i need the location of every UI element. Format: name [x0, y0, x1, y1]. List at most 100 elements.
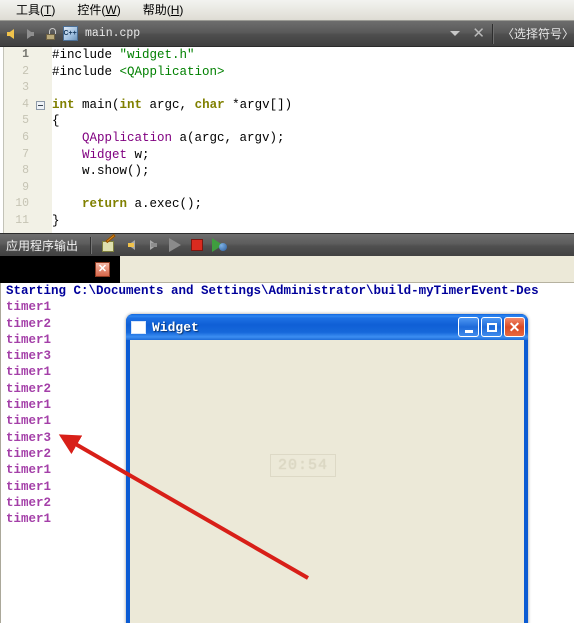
line-number: 2 [22, 64, 29, 78]
menu-item-widgets[interactable]: 控件(W) [77, 2, 130, 18]
code-token: #include [52, 48, 120, 62]
code-token: a(argc, argv); [172, 130, 285, 145]
widget-window-titlebar[interactable]: Widget ✕ [126, 314, 528, 340]
line-number: 4 [22, 97, 29, 111]
code-line: 7 Widget w; [0, 147, 574, 164]
code-token: int [52, 97, 75, 112]
code-text: #include "widget.h" [48, 47, 574, 64]
menu-item-help-mnemonic: H [170, 3, 180, 17]
line-number: 9 [22, 180, 29, 194]
code-line: 8 w.show(); [0, 163, 574, 180]
code-line: 5{ [0, 113, 574, 130]
output-tab[interactable]: ✕ [0, 256, 120, 283]
window-app-icon [131, 320, 146, 334]
chevron-down-icon[interactable] [445, 24, 465, 44]
lcd-number-display: 20:54 [270, 454, 336, 477]
code-token: int [119, 97, 143, 112]
application-output-title: 应用程序输出 [6, 238, 79, 253]
minimize-icon[interactable] [458, 317, 479, 337]
menu-item-help[interactable]: 帮助(H) [143, 2, 194, 18]
line-number: 7 [22, 147, 29, 161]
code-line: 11} [0, 213, 574, 230]
stop-icon[interactable] [186, 235, 208, 255]
qt-creator-window: 工具(T) 控件(W) 帮助(H) C++ main.cpp ✕ 〈选择符号〉 … [0, 0, 574, 623]
widget-window-client: 20:54 [130, 340, 524, 623]
code-token: "widget.h" [119, 48, 195, 62]
line-number: 1 [22, 48, 29, 61]
menu-item-widgets-label: 控件 [77, 3, 102, 17]
widget-window[interactable]: Widget ✕ 20:54 [126, 314, 528, 623]
menu-item-tools-mnemonic: T [44, 3, 52, 17]
unlocked-padlock-icon[interactable] [40, 24, 60, 44]
code-token: #include [52, 64, 120, 79]
line-number: 3 [22, 81, 29, 95]
code-text: QApplication a(argc, argv); [48, 130, 574, 147]
close-icon[interactable]: ✕ [95, 262, 110, 277]
code-text: #include <QApplication> [48, 64, 574, 81]
close-file-button[interactable]: ✕ [465, 26, 492, 41]
output-toolbar-divider [90, 236, 93, 254]
code-token: QApplication [82, 130, 173, 145]
fold-collapse-icon[interactable] [32, 100, 48, 110]
code-line: 3 [0, 80, 574, 97]
code-token: w; [127, 147, 150, 162]
forward-arrow-icon[interactable] [20, 24, 40, 44]
code-text: Widget w; [48, 147, 574, 164]
code-token: w.show(); [52, 164, 150, 179]
run-icon[interactable] [164, 235, 186, 255]
line-number: 11 [15, 213, 29, 227]
code-text: int main(int argc, char *argv[]) [48, 97, 574, 114]
symbol-selector[interactable]: 〈选择符号〉 [494, 25, 574, 42]
line-number: 10 [15, 197, 29, 211]
code-line: 9 [0, 180, 574, 197]
code-token: Widget [82, 147, 128, 162]
code-line: 4 int main(int argc, char *argv[]) [0, 97, 574, 114]
menu-item-help-label: 帮助 [142, 3, 167, 17]
previous-item-icon[interactable] [120, 235, 142, 255]
menu-item-widgets-mnemonic: W [105, 3, 117, 17]
code-line: 6 QApplication a(argc, argv); [0, 130, 574, 147]
code-token: char [194, 97, 225, 112]
open-file-name[interactable]: main.cpp [85, 27, 140, 40]
line-number: 8 [22, 164, 29, 178]
code-line: 2 #include <QApplication> [0, 64, 574, 81]
code-token: return [82, 197, 128, 212]
file-navigation-toolbar: C++ main.cpp ✕ 〈选择符号〉 [0, 21, 574, 47]
edit-output-icon[interactable] [98, 235, 120, 255]
cpp-file-icon-glyph: C++ [62, 26, 78, 41]
line-number: 6 [22, 130, 29, 144]
code-line: 1 #include "widget.h" [0, 47, 574, 64]
code-token: { [52, 114, 60, 129]
code-token: *argv[]) [224, 97, 293, 112]
maximize-icon[interactable] [481, 317, 502, 337]
code-lines: 1 #include "widget.h" 2 #include <QApplicat… [0, 47, 574, 230]
close-icon[interactable]: ✕ [504, 317, 525, 337]
application-output-toolbar: 应用程序输出 [0, 233, 574, 256]
code-editor[interactable]: 1 #include "widget.h" 2 #include <QApplicat… [0, 47, 574, 233]
cpp-file-icon: C++ [60, 24, 80, 44]
back-arrow-icon[interactable] [0, 24, 20, 44]
code-text: { [48, 113, 574, 130]
line-number: 5 [22, 114, 29, 128]
code-token: main( [74, 97, 120, 112]
menu-item-tools-label: 工具 [16, 3, 41, 17]
next-item-icon[interactable] [142, 235, 164, 255]
code-text: w.show(); [48, 163, 574, 180]
output-tab-strip: ✕ [0, 256, 574, 283]
menu-item-tools[interactable]: 工具(T) [16, 2, 65, 18]
menubar: 工具(T) 控件(W) 帮助(H) [0, 0, 574, 21]
code-token: } [52, 213, 60, 228]
code-token: argc, [142, 97, 195, 112]
code-text: } [48, 213, 574, 230]
run-debug-icon[interactable] [208, 235, 230, 255]
code-text: return a.exec(); [48, 196, 574, 213]
widget-window-title: Widget [152, 319, 199, 335]
code-token: a.exec(); [127, 197, 203, 212]
code-line: 10 return a.exec(); [0, 196, 574, 213]
window-controls: ✕ [458, 317, 525, 337]
output-start-line: Starting C:\Documents and Settings\Admin… [6, 284, 539, 298]
code-token: <QApplication> [119, 64, 225, 79]
